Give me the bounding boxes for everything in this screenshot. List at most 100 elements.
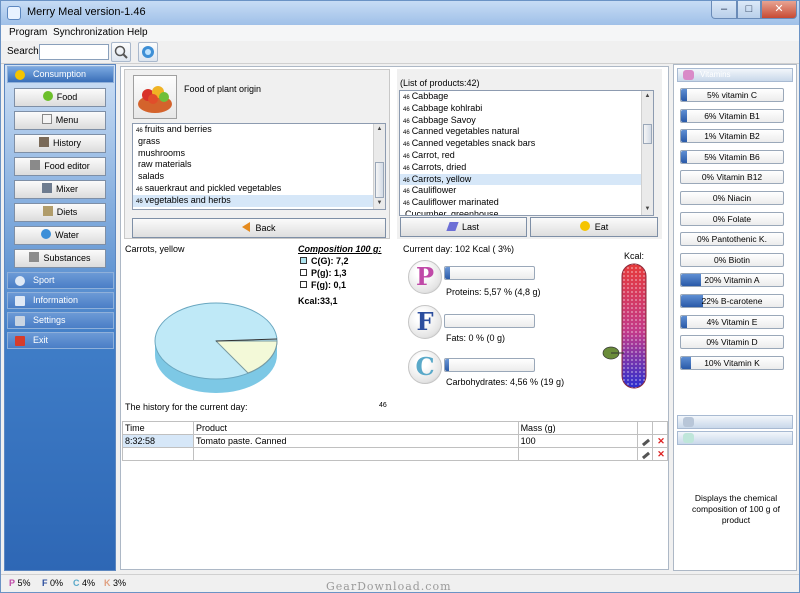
menu-help[interactable]: Help [127,27,148,38]
menu-program[interactable]: Program [9,27,47,38]
products-list[interactable]: 46 Cabbage 46 Cabbage kohlrabi 46 Cabbage Sav… [399,90,654,216]
delete-row-button[interactable]: ✕ [651,447,669,461]
vitamin-row[interactable]: 0% Biotin [680,252,784,267]
sidebar-item-sport[interactable]: Sport [7,272,114,289]
column-header-mass[interactable]: Mass (g) [517,421,638,435]
list-item[interactable]: raw materials [133,159,385,171]
list-item[interactable]: 46 Cabbage [400,91,653,103]
edit-row-button[interactable] [636,434,653,448]
vitamin-row[interactable]: 6% Vitamin B1 [680,108,784,123]
vitamin-row[interactable]: 5% vitamin C [680,88,784,102]
sidebar-item-label: History [52,138,81,148]
sidebar-item-diets[interactable]: Diets [14,203,106,222]
minimize-button[interactable]: – [711,1,737,19]
app-window: Merry Meal version-1.46 – □ ✕ Program Sy… [0,0,800,593]
maximize-button[interactable]: □ [737,1,761,19]
vitamin-row[interactable]: 20% Vitamin A [680,273,784,288]
list-item[interactable]: 46 Carrots, dried [400,162,653,174]
sidebar-item-food[interactable]: Food [14,88,106,107]
search-input[interactable] [39,44,109,60]
composition-pane: Carrots, yellow Composition 100 g: C(G):… [121,240,391,417]
list-item[interactable]: 46 Carrots, yellow [400,173,653,186]
sidebar-item-food-editor[interactable]: Food editor [14,157,106,176]
list-item[interactable]: Cucumber, greenhouse [400,209,653,215]
sync-icon [142,46,154,58]
sidebar-item-menu[interactable]: Menu [14,111,106,130]
list-item[interactable]: 46 Canned vegetables natural [400,126,653,138]
vitamin-row[interactable]: 0% Pantothenic K. [680,232,784,247]
list-item[interactable]: 46 Cauliflower marinated [400,197,653,209]
scroll-up-icon[interactable]: ▲ [374,124,385,135]
sidebar-item-settings[interactable]: Settings [7,312,114,329]
vitamin-row[interactable]: 0% Vitamin B12 [680,170,784,185]
category-list[interactable]: 46 fruits and berries grass mushrooms raw ma… [132,123,386,210]
list-item[interactable]: 46 vegetables and herbs [133,194,385,207]
vitamin-row[interactable]: 0% Vitamin D [680,335,784,350]
sidebar-item-label: Diets [56,207,78,217]
list-item-icon: 46 [403,165,410,172]
vitamin-row[interactable]: 5% Vitamin B6 [680,149,784,164]
vitamin-row[interactable]: 10% Vitamin K [680,355,784,370]
list-item[interactable]: salads [133,171,385,183]
scroll-thumb[interactable] [375,162,384,198]
list-item-icon: 46 [403,201,410,208]
sidebar-item-mixer[interactable]: Mixer [14,180,106,199]
list-item[interactable]: 46 Carrot, red [400,150,653,162]
scroll-down-icon[interactable]: ▼ [642,204,653,215]
list-item[interactable]: 46 fruits and berries [133,124,385,136]
sidebar-item-information[interactable]: Information [7,292,114,309]
list-item[interactable]: 46 Cabbage kohlrabi [400,103,653,115]
sidebar-item-substances[interactable]: Substances [14,249,106,268]
column-header-product[interactable]: Product [192,421,519,435]
delete-row-button[interactable]: ✕ [651,434,669,448]
products-scrollbar[interactable]: ▲ ▼ [641,91,653,215]
table-row[interactable]: 8:32:58 Tomato paste. Canned 100 ✕ [122,434,669,448]
vitamin-row[interactable]: 0% Niacin [680,191,784,205]
title-bar: Merry Meal version-1.46 – □ ✕ [1,1,799,25]
back-button[interactable]: Back [132,218,386,238]
protein-bar [444,266,535,280]
search-button[interactable] [111,42,131,62]
scroll-down-icon[interactable]: ▼ [374,198,385,209]
list-item[interactable]: 46 Cauliflower [400,185,653,197]
protein-swatch [300,269,307,276]
minerals-header[interactable] [677,415,793,429]
table-row[interactable]: ✕ [122,447,669,461]
sidebar-item-history[interactable]: History [14,134,106,153]
column-header-time[interactable]: Time [122,421,194,435]
list-item[interactable]: 46 Canned vegetables snack bars [400,138,653,150]
menu-synchronization[interactable]: Synchronization [53,27,124,38]
close-button[interactable]: ✕ [761,1,797,19]
vitamin-label: 0% Biotin [714,254,750,265]
sidebar-item-water[interactable]: Water [14,226,106,245]
vitamin-row[interactable]: 1% Vitamin B2 [680,129,784,144]
composition-p-text: P(g): 1,3 [311,268,347,278]
category-scrollbar[interactable]: ▲ ▼ [373,124,385,209]
extra-header[interactable] [677,431,793,445]
list-item-icon: 46 [403,95,410,101]
sidebar-consumption[interactable]: Consumption [7,66,114,83]
sync-button[interactable] [138,42,158,62]
vitamin-row[interactable]: 22% B-carotene [680,294,784,308]
extra-icon [683,433,694,443]
scroll-thumb[interactable] [643,124,652,144]
list-item-icon: 46 [136,128,143,134]
vitamins-header[interactable]: Vitamins [677,68,793,82]
list-item[interactable]: 46 sauerkraut and pickled vegetables [133,183,385,195]
vitamin-bar-fill [681,89,687,101]
scroll-up-icon[interactable]: ▲ [642,91,653,102]
list-item[interactable]: mushrooms [133,148,385,160]
last-button[interactable]: Last [400,217,527,237]
window-title: Merry Meal version-1.46 [27,6,146,18]
eat-button[interactable]: Eat [530,217,658,237]
table-cell-product [192,447,519,461]
vitamin-row[interactable]: 0% Folate [680,211,784,226]
sidebar-item-exit[interactable]: Exit [7,332,114,349]
list-item[interactable]: 46 Cabbage Savoy [400,115,653,127]
list-item[interactable]: grass [133,136,385,148]
edit-row-button[interactable] [636,447,653,461]
list-item-icon: 46 [403,118,410,125]
vitamins-description: Displays the chemical composition of 100… [692,493,780,525]
vitamin-row[interactable]: 4% Vitamin E [680,314,784,329]
list-item-label: Cabbage Savoy [411,114,476,125]
